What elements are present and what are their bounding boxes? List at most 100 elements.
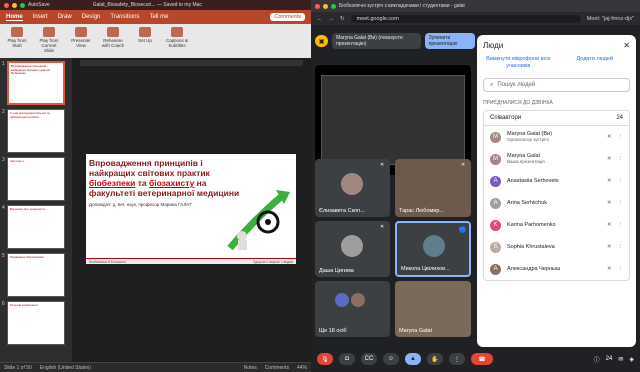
close-window-icon[interactable] <box>315 3 320 9</box>
more-options-button[interactable]: ⋮ <box>449 353 465 365</box>
avatar <box>341 173 363 195</box>
chrome-window: Біобезпечні зустріч з викладачами і студ… <box>311 0 640 372</box>
tab-draw[interactable]: Draw <box>58 14 72 20</box>
tile-name: Єлизавета Скоп... <box>319 208 365 214</box>
raise-hand-button[interactable]: ✋ <box>427 353 443 365</box>
current-slide[interactable]: Впровадження принципів і найкращих світо… <box>86 154 296 264</box>
avatar <box>423 235 445 257</box>
present-button[interactable]: ▲ <box>405 353 421 365</box>
notes-button[interactable]: Notes <box>244 365 257 371</box>
avatar <box>351 293 365 307</box>
rehearse-button[interactable]: Rehearse with Coach <box>100 27 126 48</box>
slide-thumbnails: 1 Впровадження принципів і найкращих світ… <box>0 58 72 362</box>
tab-tell-me[interactable]: Tell me <box>150 14 169 20</box>
ribbon: Play from Start Play from Current Slide … <box>0 24 311 58</box>
play-from-current-button[interactable]: Play from Current Slide <box>36 27 62 53</box>
back-icon[interactable]: ← <box>317 16 323 22</box>
captions-button[interactable]: CC <box>361 353 377 365</box>
participant-tile[interactable]: ✕ Тарас Любомир... <box>395 159 471 217</box>
slide-thumb-6[interactable]: 6 Ключові компоненти <box>2 301 70 345</box>
ribbon-label: Captions & Subtitles <box>165 38 188 48</box>
chat-icon[interactable]: ✉ <box>618 356 623 363</box>
avatar: M <box>490 131 501 143</box>
more-icon[interactable]: ⋮ <box>618 222 624 228</box>
group-header[interactable]: Співавтори 24 <box>484 111 629 126</box>
minimize-window-icon[interactable] <box>323 3 328 9</box>
more-options-icon[interactable]: ⋯ <box>459 226 466 233</box>
browser-tab[interactable]: Біобезпечні зустріч з викладачами і студ… <box>339 3 465 9</box>
address-bar-row: ← → ↻ meet.google.com Meet: "jaj-fmnz-dj… <box>311 12 640 25</box>
zoom-window-icon[interactable] <box>20 2 25 8</box>
setup-button[interactable]: Set Up <box>132 27 158 43</box>
person-name: Anastasiia Serhovets <box>507 178 559 184</box>
slide-canvas: Впровадження принципів і найкращих світо… <box>72 58 311 362</box>
person-name: Sophia Khrustaleva <box>507 244 555 250</box>
info-icon[interactable]: ⓘ <box>594 355 600 364</box>
list-item[interactable]: S Sophia Khrustaleva ✕ ⋮ <box>484 236 629 258</box>
title-biosafety: біобезпеки <box>89 178 136 188</box>
more-icon[interactable]: ⋮ <box>618 200 624 206</box>
participant-tile[interactable]: ✕ Єлизавета Скоп... <box>315 159 390 217</box>
thumb-preview: Ключові компоненти <box>6 301 65 345</box>
tab-home[interactable]: Home <box>6 14 23 21</box>
play-from-start-button[interactable]: Play from Start <box>4 27 30 48</box>
slide-thumb-5[interactable]: 5 Управління біорисиками <box>2 253 70 297</box>
more-icon[interactable]: ⋮ <box>618 134 624 140</box>
participant-tile[interactable]: ⋯ Микола Цвілихов... <box>395 221 471 277</box>
list-item[interactable]: А Александра Черныш ✕ ⋮ <box>484 258 629 280</box>
avatar <box>341 235 363 257</box>
more-icon[interactable]: ⋮ <box>618 156 624 162</box>
mic-off-icon: ✕ <box>606 266 612 272</box>
meeting-controls: 🎙 ◘ CC ☺ ▲ ✋ ⋮ ☎ ⓘ 24 ✉ ◈ <box>311 346 640 372</box>
thumb-number: 3 <box>2 157 5 163</box>
add-people-button[interactable]: Додати людей <box>560 56 631 70</box>
zoom-level[interactable]: 44% <box>297 365 307 371</box>
tab-transitions[interactable]: Transitions <box>110 14 139 20</box>
forward-icon[interactable]: → <box>329 16 335 22</box>
comments-status-button[interactable]: Comments <box>265 365 289 371</box>
tab-design[interactable]: Design <box>82 14 101 20</box>
stop-presenting-button[interactable]: Зупинити презентацію <box>424 33 475 49</box>
list-item[interactable]: K Karina Parhomenko ✕ ⋮ <box>484 214 629 236</box>
captions-button[interactable]: Captions & Subtitles <box>164 27 190 48</box>
reload-icon[interactable]: ↻ <box>340 16 345 22</box>
autosave-label[interactable]: AutoSave <box>28 2 50 8</box>
comments-button[interactable]: Comments <box>270 13 305 21</box>
address-bar[interactable]: meet.google.com <box>350 14 581 23</box>
close-icon[interactable]: ✕ <box>623 41 630 50</box>
mic-off-icon: ✕ <box>380 162 385 168</box>
language-indicator[interactable]: English (United States) <box>40 365 91 371</box>
mic-off-button[interactable]: 🎙 <box>317 353 333 365</box>
tab-insert[interactable]: Insert <box>33 14 48 20</box>
search-input[interactable]: ⌕ Пошук людей <box>483 78 630 92</box>
slide-thumb-2[interactable]: 2У ході експериментальної та лабораторно… <box>2 109 70 153</box>
list-item[interactable]: M Maryna Galat Ваша презентація ✕ ⋮ <box>484 148 629 170</box>
participant-tile[interactable]: ✕ Даша Цигима <box>315 221 390 277</box>
slide-thumb-1[interactable]: 1 Впровадження принципів і найкращих світ… <box>2 61 70 105</box>
self-tile[interactable]: Maryna Galat <box>395 281 471 337</box>
camera-button[interactable]: ◘ <box>339 353 355 365</box>
people-count[interactable]: 24 <box>606 356 613 362</box>
list-item[interactable]: A Arina Serhiichuk ✕ ⋮ <box>484 192 629 214</box>
title-and: та <box>135 178 149 188</box>
powerpoint-window: AutoSave Galat_Biosafety_Biosecuri... — … <box>0 0 311 372</box>
emoji-button[interactable]: ☺ <box>383 353 399 365</box>
presenter-view-button[interactable]: Presenter View <box>68 27 94 48</box>
list-item[interactable]: A Anastasiia Serhovets ✕ ⋮ <box>484 170 629 192</box>
person-name: Александра Черныш <box>507 266 561 272</box>
more-icon[interactable]: ⋮ <box>618 244 624 250</box>
leave-call-button[interactable]: ☎ <box>471 353 493 365</box>
meet-code: Meet: "jaj-fmnz-djx" <box>586 15 634 22</box>
more-icon[interactable]: ⋮ <box>618 178 624 184</box>
more-icon[interactable]: ⋮ <box>618 266 624 272</box>
zoom-window-icon[interactable] <box>331 3 336 9</box>
others-tile[interactable]: Ще 18 осіб <box>315 281 390 337</box>
activities-icon[interactable]: ◈ <box>629 356 634 363</box>
slide-thumb-4[interactable]: 4 Висновки про доцільність <box>2 205 70 249</box>
slide-thumb-3[interactable]: 3 Частина 1. <box>2 157 70 201</box>
minimize-window-icon[interactable] <box>12 2 17 8</box>
close-window-icon[interactable] <box>4 2 9 8</box>
list-item[interactable]: M Maryna Galat (Ви) Організатор зустрічі ✕ ⋮ <box>484 126 629 148</box>
editor-area: 1 Впровадження принципів і найкращих світ… <box>0 58 311 362</box>
mute-all-button[interactable]: Вимкнути мікрофони всіх учасників <box>483 56 554 70</box>
